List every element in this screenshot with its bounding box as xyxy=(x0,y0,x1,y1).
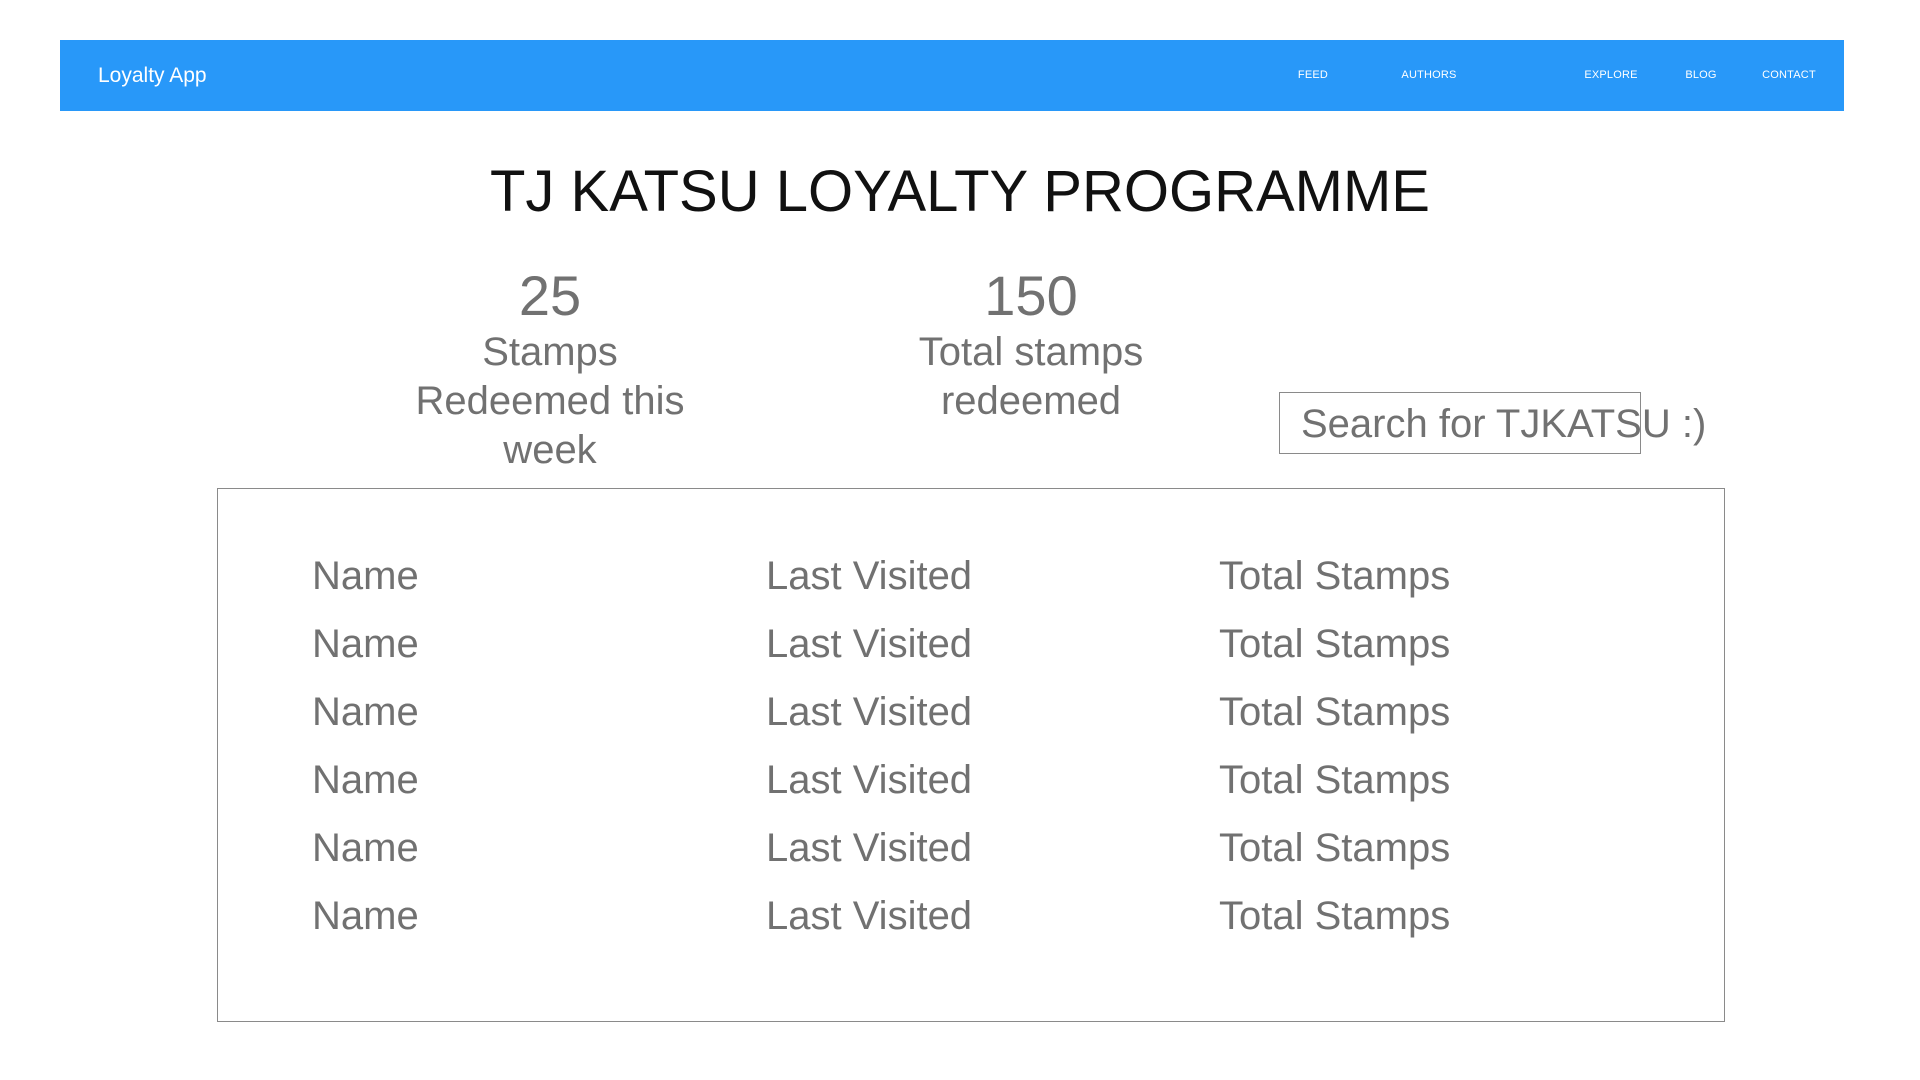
cell-name: Name xyxy=(312,554,419,598)
stat-label-line: week xyxy=(503,428,597,472)
stat-label-line: Stamps xyxy=(482,330,618,374)
cell-total-stamps: Total Stamps xyxy=(1219,554,1451,598)
cell-total-stamps: Total Stamps xyxy=(1219,894,1451,938)
cell-name: Name xyxy=(312,826,419,870)
cell-last-visited: Last Visited xyxy=(766,554,973,598)
nav-item-feed[interactable]: FEED xyxy=(1298,40,1328,111)
page: Loyalty App FEED AUTHORS EXPLORE BLOG CO… xyxy=(0,0,1920,1080)
stat-label-line: redeemed xyxy=(940,379,1122,423)
cell-total-stamps: Total Stamps xyxy=(1219,622,1451,666)
nav-item-authors[interactable]: AUTHORS xyxy=(1401,40,1456,111)
stat-value: 25 xyxy=(518,264,582,327)
stat-weekly-stamps: 25 Stamps Redeemed this week xyxy=(415,264,684,475)
cell-last-visited: Last Visited xyxy=(766,758,973,802)
cell-total-stamps: Total Stamps xyxy=(1219,758,1451,802)
cell-name: Name xyxy=(312,894,419,938)
brand-logo-text[interactable]: Loyalty App xyxy=(98,40,207,111)
cell-name: Name xyxy=(312,690,419,734)
table-row[interactable]: Name Last Visited Total Stamps xyxy=(218,542,1724,610)
cell-name: Name xyxy=(312,622,419,666)
cell-last-visited: Last Visited xyxy=(766,894,973,938)
cell-total-stamps: Total Stamps xyxy=(1219,826,1451,870)
cell-name: Name xyxy=(312,758,419,802)
table-row[interactable]: Name Last Visited Total Stamps xyxy=(218,882,1724,950)
nav-item-explore[interactable]: EXPLORE xyxy=(1584,40,1637,111)
nav-item-contact[interactable]: CONTACT xyxy=(1762,40,1816,111)
stat-label-line: Redeemed this xyxy=(415,379,685,423)
table-row[interactable]: Name Last Visited Total Stamps xyxy=(218,746,1724,814)
stat-total-stamps: 150 Total stamps redeemed xyxy=(919,264,1144,426)
page-title: TJ KATSU LOYALTY PROGRAMME xyxy=(490,159,1430,224)
stat-label-line: Total stamps xyxy=(918,330,1144,374)
customer-table: Name Last Visited Total Stamps Name Last Vis… xyxy=(217,488,1725,1022)
table-row[interactable]: Name Last Visited Total Stamps xyxy=(218,610,1724,678)
top-navbar: Loyalty App FEED AUTHORS EXPLORE BLOG CO… xyxy=(60,40,1844,111)
cell-last-visited: Last Visited xyxy=(766,690,973,734)
cell-last-visited: Last Visited xyxy=(766,622,973,666)
table-row[interactable]: Name Last Visited Total Stamps xyxy=(218,678,1724,746)
table-row[interactable]: Name Last Visited Total Stamps xyxy=(218,814,1724,882)
cell-total-stamps: Total Stamps xyxy=(1219,690,1451,734)
cell-last-visited: Last Visited xyxy=(766,826,973,870)
stat-value: 150 xyxy=(984,264,1078,327)
nav-item-blog[interactable]: BLOG xyxy=(1685,40,1716,111)
search-input-text[interactable]: Search for TJKATSU :) xyxy=(1301,397,1706,451)
